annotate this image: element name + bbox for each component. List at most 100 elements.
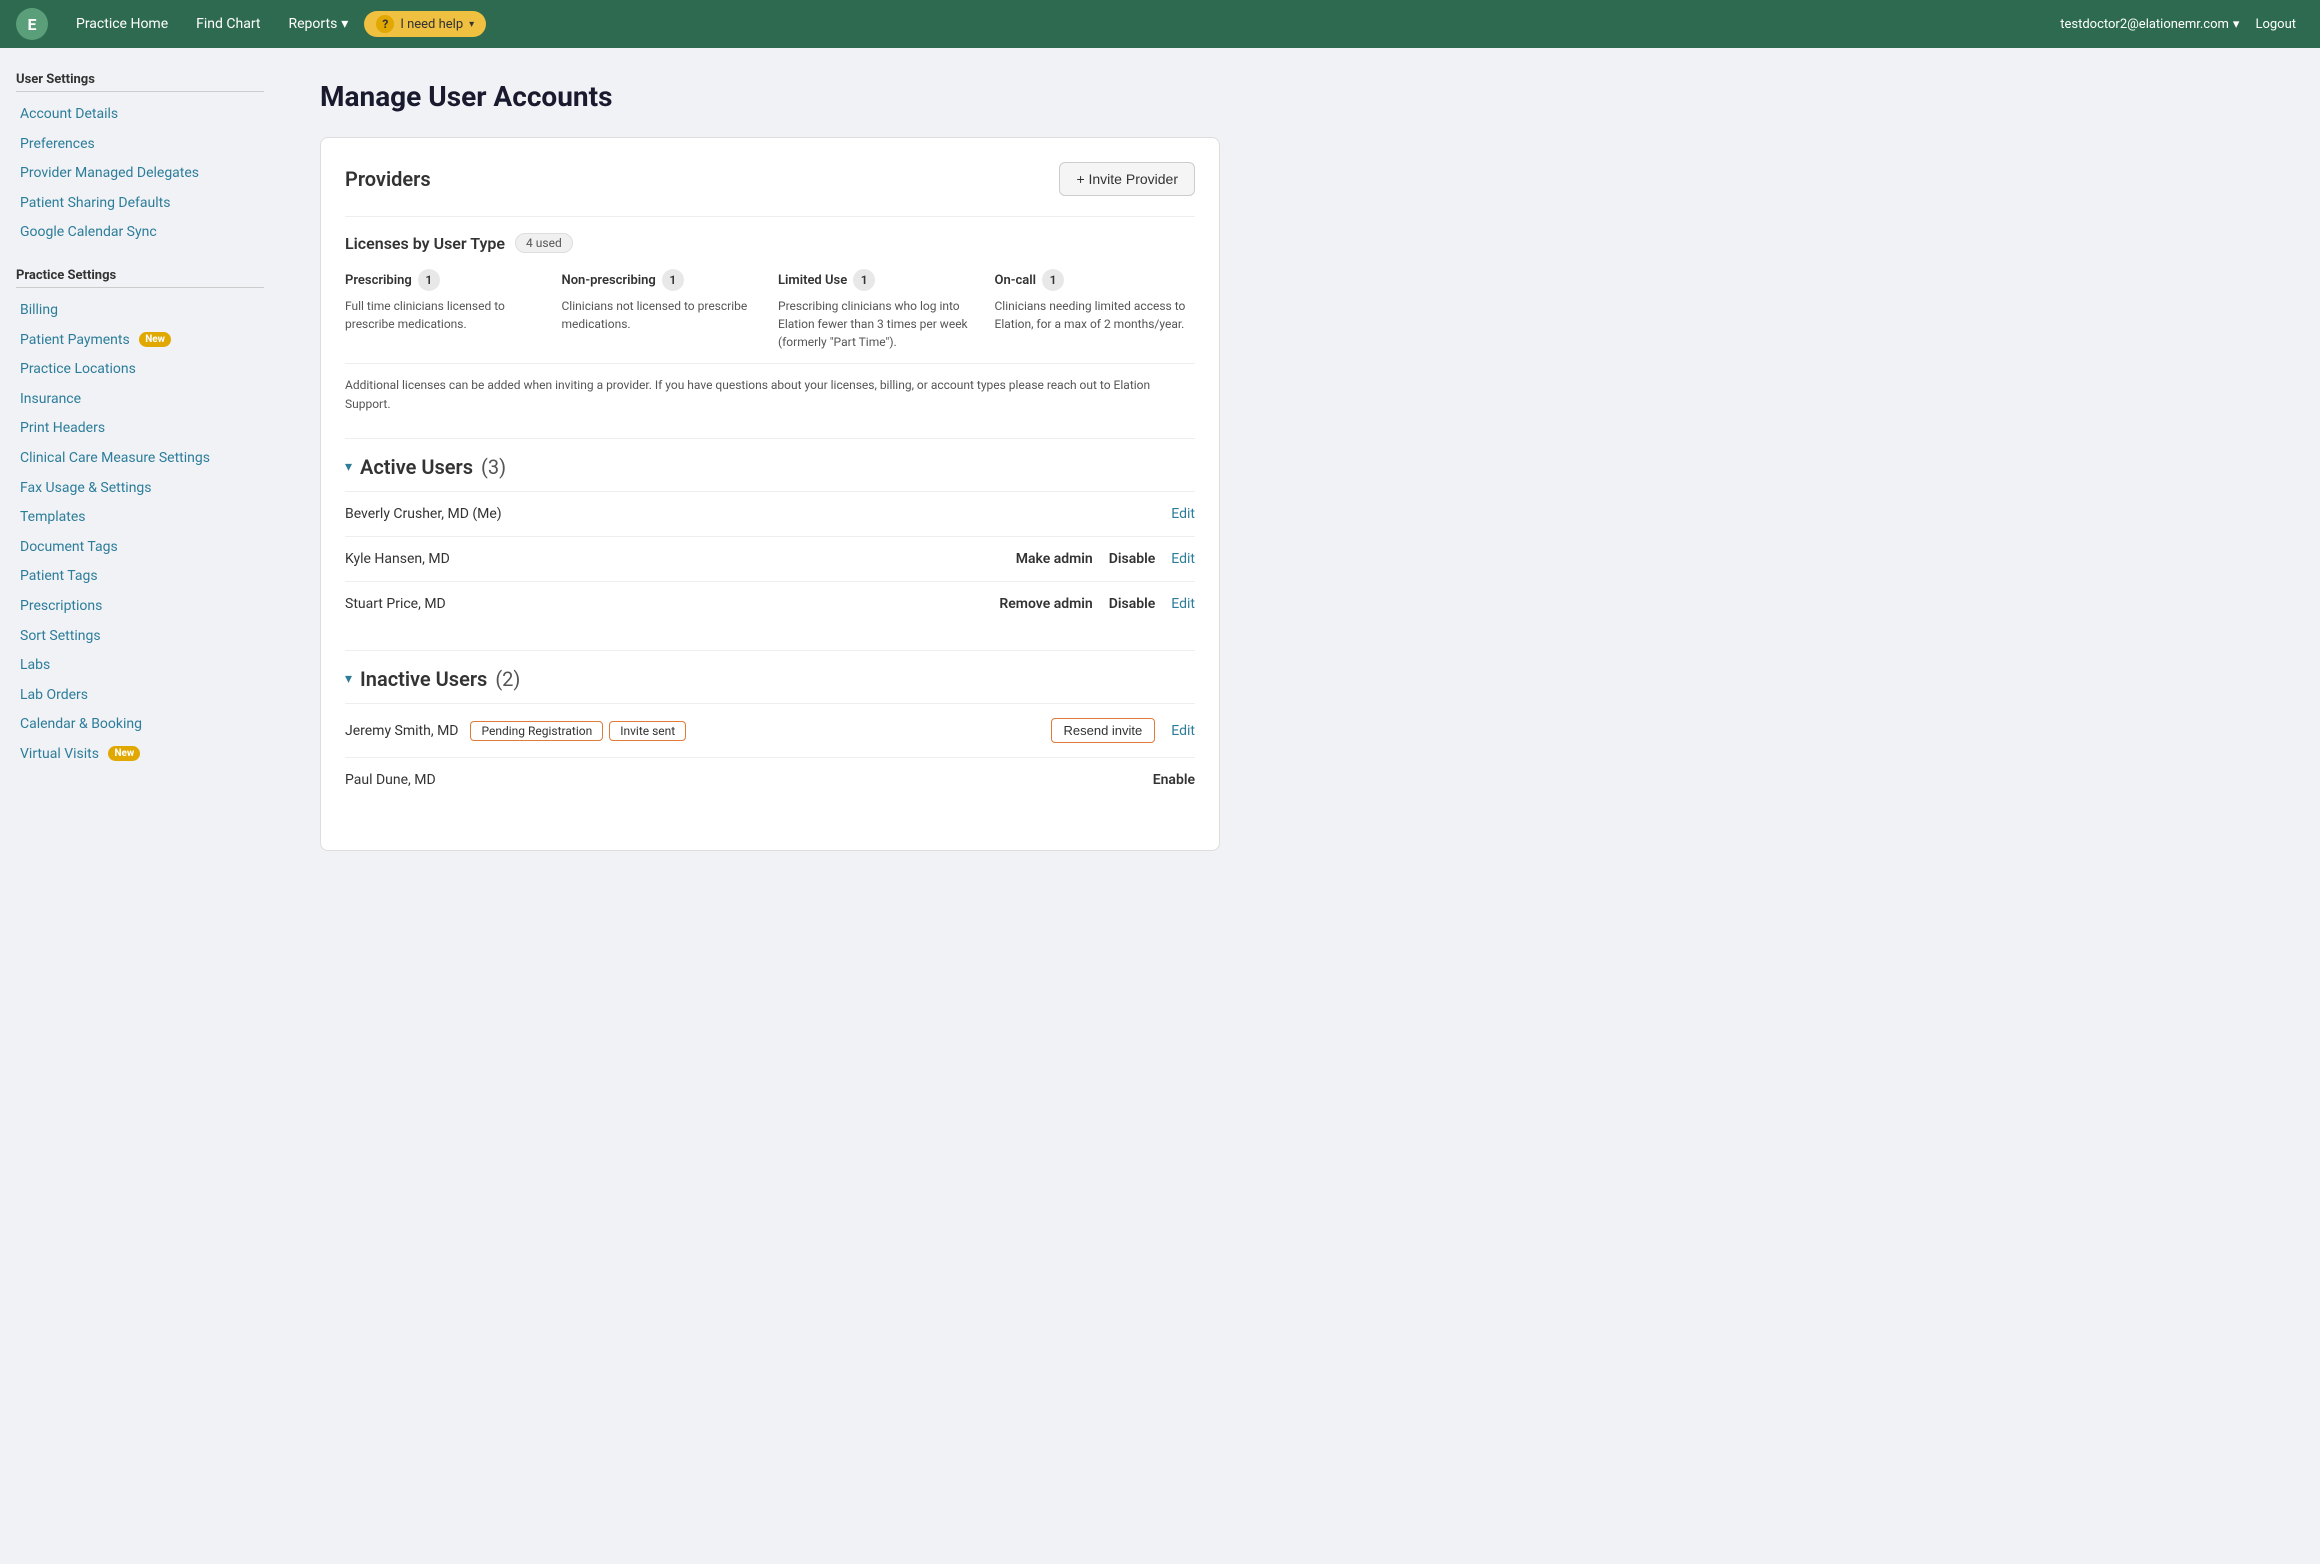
- active-users-section: ▾ Active Users (3) Beverly Crusher, MD (…: [345, 455, 1195, 626]
- nav-reports[interactable]: Reports ▾: [277, 10, 361, 38]
- sidebar-item-virtual-visits[interactable]: Virtual Visits New: [16, 740, 264, 770]
- license-type-on-call: On-call 1: [995, 269, 1196, 291]
- logo: E: [16, 8, 48, 40]
- edit-beverly-crusher-link[interactable]: Edit: [1171, 506, 1195, 522]
- sidebar-item-templates[interactable]: Templates: [16, 503, 264, 533]
- sidebar-item-fax-usage-settings[interactable]: Fax Usage & Settings: [16, 474, 264, 504]
- sidebar-section-user-settings: User Settings: [16, 72, 264, 92]
- nav-items: Practice Home Find Chart Reports ▾ ? I n…: [64, 10, 2060, 38]
- sidebar-item-print-headers[interactable]: Print Headers: [16, 414, 264, 444]
- sidebar-item-insurance[interactable]: Insurance: [16, 385, 264, 415]
- table-row: Stuart Price, MD Remove admin Disable Ed…: [345, 581, 1195, 626]
- license-desc-prescribing: Full time clinicians licensed to prescri…: [345, 297, 546, 333]
- divider: [345, 216, 1195, 217]
- make-admin-kyle-hansen-button[interactable]: Make admin: [1016, 551, 1093, 567]
- license-item-limited-use: Limited Use 1 Prescribing clinicians who…: [778, 269, 979, 351]
- enable-paul-dune-button[interactable]: Enable: [1153, 772, 1195, 788]
- license-count-on-call: 1: [1042, 269, 1064, 291]
- sidebar-item-patient-tags[interactable]: Patient Tags: [16, 562, 264, 592]
- sidebar-item-sort-settings[interactable]: Sort Settings: [16, 622, 264, 652]
- collapse-active-users-arrow[interactable]: ▾: [345, 459, 352, 475]
- license-type-limited-use: Limited Use 1: [778, 269, 979, 291]
- nav-right: testdoctor2@elationemr.com ▾ Logout: [2060, 13, 2304, 36]
- sidebar-item-practice-locations[interactable]: Practice Locations: [16, 355, 264, 385]
- nav-find-chart[interactable]: Find Chart: [184, 10, 272, 38]
- sidebar-item-provider-managed-delegates[interactable]: Provider Managed Delegates: [16, 159, 264, 189]
- chevron-down-icon: ▾: [469, 19, 474, 30]
- remove-admin-stuart-price-button[interactable]: Remove admin: [999, 596, 1092, 612]
- sidebar: User Settings Account Details Preference…: [0, 48, 280, 1564]
- licenses-section: Licenses by User Type 4 used Prescribing…: [345, 233, 1195, 414]
- top-nav: E Practice Home Find Chart Reports ▾ ? I…: [0, 0, 2320, 48]
- user-actions: Make admin Disable Edit: [1016, 551, 1195, 567]
- table-row: Beverly Crusher, MD (Me) Edit: [345, 491, 1195, 536]
- sidebar-item-patient-payments[interactable]: Patient Payments New: [16, 326, 264, 356]
- new-badge: New: [139, 332, 171, 347]
- license-desc-on-call: Clinicians needing limited access to Ela…: [995, 297, 1196, 333]
- inactive-users-section: ▾ Inactive Users (2) Jeremy Smith, MD Pe…: [345, 667, 1195, 802]
- license-count-prescribing: 1: [418, 269, 440, 291]
- license-item-on-call: On-call 1 Clinicians needing limited acc…: [995, 269, 1196, 351]
- providers-card: Providers + Invite Provider Licenses by …: [320, 137, 1220, 851]
- table-row: Jeremy Smith, MD Pending Registration In…: [345, 703, 1195, 757]
- pending-badges: Pending Registration Invite sent: [470, 721, 686, 741]
- license-item-prescribing: Prescribing 1 Full time clinicians licen…: [345, 269, 546, 351]
- sidebar-item-lab-orders[interactable]: Lab Orders: [16, 681, 264, 711]
- table-row: Kyle Hansen, MD Make admin Disable Edit: [345, 536, 1195, 581]
- user-name-jeremy-smith: Jeremy Smith, MD: [345, 723, 458, 739]
- user-name-stuart-price: Stuart Price, MD: [345, 596, 999, 612]
- chevron-down-icon: ▾: [2233, 17, 2240, 32]
- license-item-non-prescribing: Non-prescribing 1 Clinicians not license…: [562, 269, 763, 351]
- disable-stuart-price-button[interactable]: Disable: [1109, 596, 1156, 612]
- disable-kyle-hansen-button[interactable]: Disable: [1109, 551, 1156, 567]
- user-name-paul-dune: Paul Dune, MD: [345, 772, 1153, 788]
- edit-jeremy-smith-link[interactable]: Edit: [1171, 723, 1195, 739]
- sidebar-item-clinical-care-measure-settings[interactable]: Clinical Care Measure Settings: [16, 444, 264, 474]
- card-header: Providers + Invite Provider: [345, 162, 1195, 196]
- chevron-down-icon: ▾: [341, 16, 348, 32]
- license-count-non-prescribing: 1: [662, 269, 684, 291]
- active-users-count: (3): [481, 455, 506, 479]
- user-actions: Edit: [1171, 506, 1195, 522]
- nav-help[interactable]: ? I need help ▾: [364, 11, 486, 37]
- nav-user-email[interactable]: testdoctor2@elationemr.com ▾: [2060, 17, 2239, 32]
- user-name-beverly-crusher: Beverly Crusher, MD (Me): [345, 506, 1171, 522]
- sidebar-item-document-tags[interactable]: Document Tags: [16, 533, 264, 563]
- edit-kyle-hansen-link[interactable]: Edit: [1171, 551, 1195, 567]
- license-count-limited-use: 1: [853, 269, 875, 291]
- inactive-users-title: Inactive Users: [360, 667, 487, 691]
- active-users-title: Active Users: [360, 455, 473, 479]
- license-grid: Prescribing 1 Full time clinicians licen…: [345, 269, 1195, 351]
- resend-invite-button[interactable]: Resend invite: [1051, 718, 1156, 743]
- sidebar-item-prescriptions[interactable]: Prescriptions: [16, 592, 264, 622]
- logout-button[interactable]: Logout: [2247, 13, 2304, 36]
- license-desc-non-prescribing: Clinicians not licensed to prescribe med…: [562, 297, 763, 333]
- divider-3: [345, 650, 1195, 651]
- invite-provider-button[interactable]: + Invite Provider: [1059, 162, 1195, 196]
- user-actions: Enable: [1153, 772, 1195, 788]
- main-content: Manage User Accounts Providers + Invite …: [280, 48, 2320, 1564]
- sidebar-item-google-calendar-sync[interactable]: Google Calendar Sync: [16, 218, 264, 248]
- collapse-inactive-users-arrow[interactable]: ▾: [345, 671, 352, 687]
- page-layout: User Settings Account Details Preference…: [0, 48, 2320, 1564]
- user-name-kyle-hansen: Kyle Hansen, MD: [345, 551, 1016, 567]
- sidebar-item-patient-sharing-defaults[interactable]: Patient Sharing Defaults: [16, 189, 264, 219]
- sidebar-item-billing[interactable]: Billing: [16, 296, 264, 326]
- nav-practice-home[interactable]: Practice Home: [64, 10, 180, 38]
- sidebar-item-calendar-booking[interactable]: Calendar & Booking: [16, 710, 264, 740]
- edit-stuart-price-link[interactable]: Edit: [1171, 596, 1195, 612]
- sidebar-item-labs[interactable]: Labs: [16, 651, 264, 681]
- sidebar-item-account-details[interactable]: Account Details: [16, 100, 264, 130]
- help-icon: ?: [376, 15, 394, 33]
- license-note: Additional licenses can be added when in…: [345, 363, 1195, 414]
- inactive-users-header: ▾ Inactive Users (2): [345, 667, 1195, 703]
- licenses-title: Licenses by User Type: [345, 234, 505, 253]
- pending-user-info: Jeremy Smith, MD Pending Registration In…: [345, 721, 686, 741]
- user-actions: Resend invite Edit: [1051, 718, 1196, 743]
- sidebar-section-practice-settings: Practice Settings: [16, 268, 264, 288]
- divider-2: [345, 438, 1195, 439]
- inactive-users-count: (2): [495, 667, 520, 691]
- sidebar-item-preferences[interactable]: Preferences: [16, 130, 264, 160]
- licenses-used-badge: 4 used: [515, 233, 573, 253]
- license-type-non-prescribing: Non-prescribing 1: [562, 269, 763, 291]
